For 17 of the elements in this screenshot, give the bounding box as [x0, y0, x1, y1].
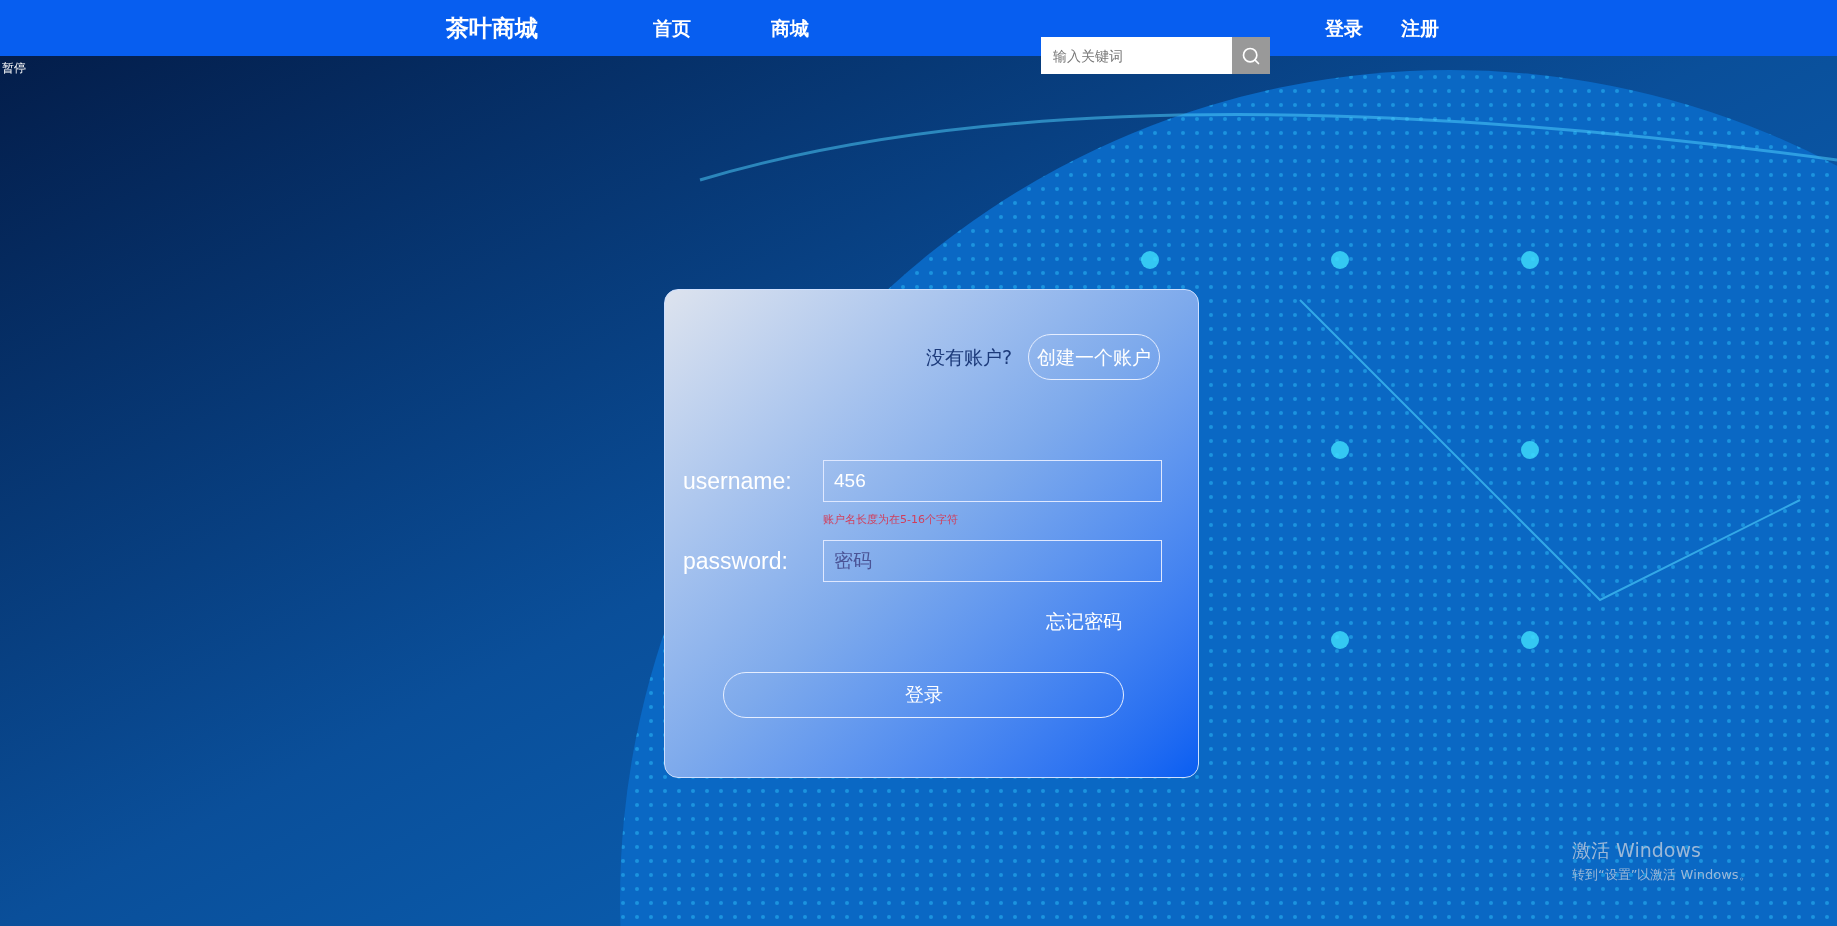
nav-link[interactable]: 注册: [1401, 13, 1439, 43]
nav-link[interactable]: 商城: [771, 13, 809, 43]
search-button[interactable]: [1232, 37, 1270, 74]
nav-link[interactable]: 登录: [1325, 13, 1363, 43]
activation-title: 激活 Windows: [1572, 838, 1702, 863]
status-label: 暂停: [2, 60, 26, 76]
field-label: password:: [683, 546, 789, 576]
search-field[interactable]: 输入关键词: [1041, 37, 1232, 74]
nav-link[interactable]: 首页: [653, 13, 691, 43]
error-message: 账户名长度为在5-16个字符: [823, 513, 958, 526]
field-label: username:: [683, 466, 793, 496]
activation-hint: 转到“设置”以激活 Windows。: [1572, 865, 1752, 884]
search-icon: [1241, 45, 1261, 66]
input-field[interactable]: 密码: [823, 540, 1162, 582]
site-logo[interactable]: 茶叶商城: [446, 10, 538, 46]
forgot-password-link[interactable]: 忘记密码: [1046, 607, 1122, 636]
no-account-prompt: 没有账户?: [925, 344, 1012, 370]
